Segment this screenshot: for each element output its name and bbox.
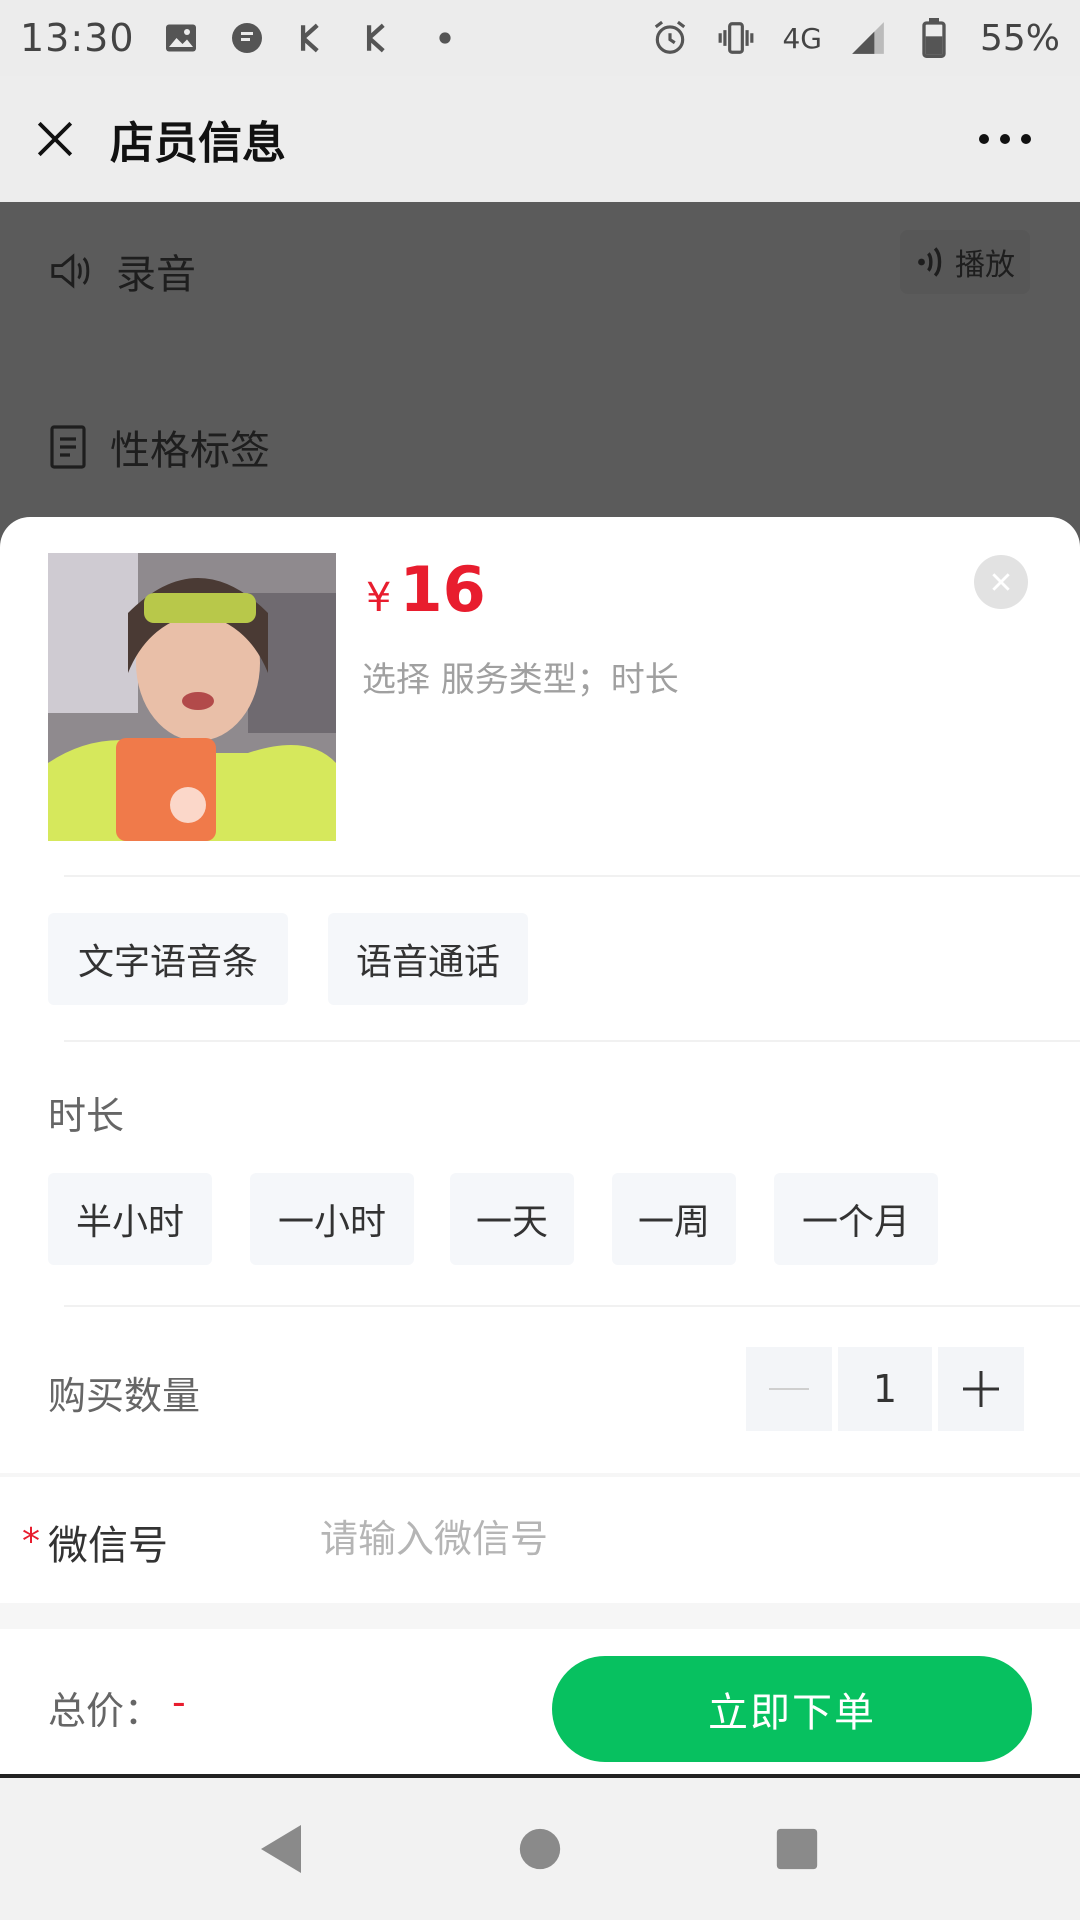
more-options-button[interactable]	[960, 76, 1050, 202]
more-notifications-dot-icon	[425, 18, 465, 58]
quantity-value[interactable]: 1	[838, 1347, 932, 1431]
increase-quantity-button[interactable]	[938, 1347, 1024, 1431]
wechat-id-input[interactable]	[318, 1501, 1018, 1577]
nav-recents-button[interactable]	[762, 1814, 832, 1884]
duration-chip-half-hour[interactable]: 半小时	[48, 1173, 212, 1265]
service-type-chip-voice-call[interactable]: 语音通话	[328, 913, 528, 1005]
status-left: 13:30	[20, 16, 465, 60]
quantity-label: 购买数量	[48, 1374, 201, 1418]
battery-percent: 55%	[979, 17, 1060, 59]
place-order-button[interactable]: 立即下单	[552, 1656, 1032, 1762]
document-icon	[50, 425, 86, 469]
divider	[64, 875, 1080, 877]
k-app-icon-2	[359, 18, 399, 58]
network-type-label: 4G	[782, 21, 822, 55]
wechat-row: * 微信号	[0, 1477, 1080, 1601]
minus-icon	[769, 1388, 809, 1390]
play-label: 播放	[955, 248, 1015, 283]
close-page-button[interactable]	[0, 76, 110, 202]
home-circle-icon	[519, 1828, 561, 1870]
decrease-quantity-button[interactable]	[746, 1347, 832, 1431]
duration-chip-one-month[interactable]: 一个月	[774, 1173, 938, 1265]
recents-square-icon	[776, 1828, 818, 1870]
system-nav-bar	[0, 1778, 1080, 1920]
status-right: 4G 55%	[650, 18, 1060, 59]
duration-chip-one-hour[interactable]: 一小时	[250, 1173, 414, 1265]
more-dots-icon	[979, 134, 1031, 144]
nav-home-button[interactable]	[505, 1814, 575, 1884]
vibrate-icon	[716, 18, 756, 58]
page-title: 店员信息	[110, 118, 286, 169]
price-amount: 16	[399, 553, 486, 626]
back-triangle-icon	[261, 1825, 301, 1873]
close-icon	[37, 121, 73, 157]
currency-symbol: ¥	[366, 575, 392, 621]
app-bar: 店员信息	[0, 76, 1080, 202]
duration-chip-one-week[interactable]: 一周	[612, 1173, 736, 1265]
image-notification-icon	[161, 18, 201, 58]
selection-hint: 选择 服务类型；时长	[362, 660, 679, 700]
divider	[64, 1305, 1080, 1307]
screen: 13:30 4G 55% 店员信息 录音 播放 性格标签 ¥ 16 选择 服务类…	[0, 0, 1080, 1920]
recording-label: 录音	[116, 252, 196, 298]
status-bar: 13:30 4G 55%	[0, 0, 1080, 76]
personality-label: 性格标签	[110, 428, 270, 474]
order-bottom-sheet: ¥ 16 选择 服务类型；时长 文字语音条 语音通话 时长 半小时 一小时 一天…	[0, 517, 1080, 1777]
status-time: 13:30	[20, 16, 135, 60]
plus-icon	[963, 1371, 999, 1407]
divider	[64, 1040, 1080, 1042]
duration-label: 时长	[48, 1094, 125, 1138]
recording-row: 录音	[48, 242, 196, 300]
chat-notification-icon	[227, 18, 267, 58]
duration-chip-one-day[interactable]: 一天	[450, 1173, 574, 1265]
signal-icon	[848, 18, 888, 58]
close-icon	[992, 573, 1010, 591]
k-app-icon	[293, 18, 333, 58]
section-separator	[0, 1603, 1080, 1629]
speaker-icon	[51, 253, 90, 289]
play-recording-button[interactable]: 播放	[900, 230, 1030, 294]
price: ¥ 16	[366, 553, 486, 626]
quantity-stepper: 1	[746, 1347, 1024, 1431]
wechat-label: 微信号	[48, 1523, 168, 1569]
battery-icon	[914, 18, 954, 58]
personality-row: 性格标签	[48, 418, 270, 476]
service-type-chip-text-voice[interactable]: 文字语音条	[48, 913, 288, 1005]
sound-wave-icon	[918, 247, 942, 277]
clerk-avatar	[48, 553, 336, 841]
required-mark: *	[22, 1521, 40, 1562]
total-price-value: -	[172, 1680, 186, 1724]
alarm-icon	[650, 18, 690, 58]
nav-back-button[interactable]	[246, 1814, 316, 1884]
close-sheet-button[interactable]	[974, 555, 1028, 609]
total-price-label: 总价：	[48, 1689, 163, 1733]
order-footer: 总价： - 立即下单	[0, 1630, 1080, 1776]
